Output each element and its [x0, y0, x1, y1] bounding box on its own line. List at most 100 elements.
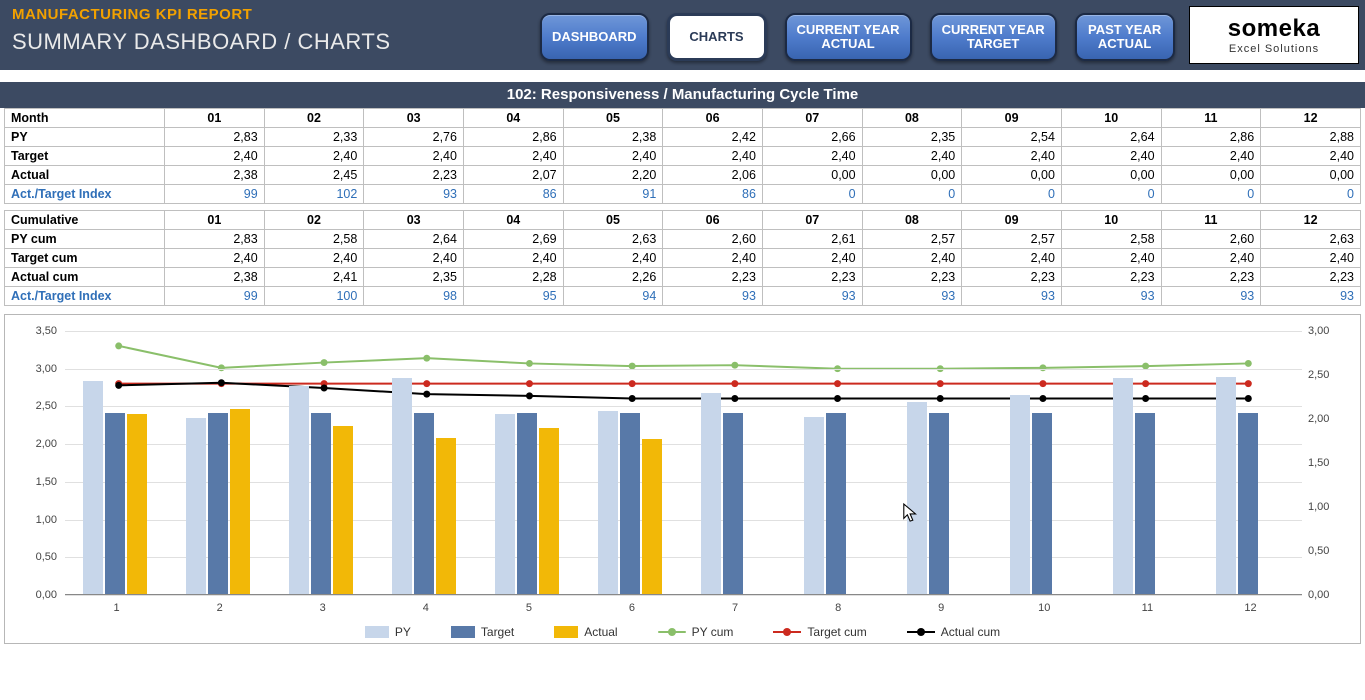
y-tick-right: 2,50 — [1308, 369, 1342, 381]
bar-py — [598, 411, 618, 594]
cell: 2,88 — [1261, 128, 1361, 147]
col-header: 02 — [264, 109, 364, 128]
cell: 2,28 — [463, 268, 563, 287]
cell: 2,23 — [663, 268, 763, 287]
col-header: 07 — [762, 211, 862, 230]
cell: 93 — [1061, 287, 1161, 306]
cell: 0,00 — [962, 166, 1062, 185]
cell: 0,00 — [1061, 166, 1161, 185]
col-header: 04 — [463, 211, 563, 230]
cell: 2,57 — [962, 230, 1062, 249]
y-tick-left: 3,50 — [23, 325, 57, 337]
col-header: 08 — [862, 109, 962, 128]
legend-actualcum: Actual cum — [907, 625, 1000, 639]
y-tick-left: 2,00 — [23, 438, 57, 450]
bar-py — [186, 418, 206, 594]
x-tick: 9 — [931, 602, 951, 614]
chart[interactable]: 123456789101112 PY Target Actual PY cum … — [4, 314, 1361, 644]
cell: 0,00 — [1161, 166, 1261, 185]
bar-py — [1010, 395, 1030, 594]
cell: 99 — [165, 185, 265, 204]
cell: 2,40 — [1061, 249, 1161, 268]
marker-target-cum — [937, 380, 944, 387]
y-tick-right: 0,00 — [1308, 589, 1342, 601]
marker-actual-cum — [1245, 395, 1252, 402]
col-header: 09 — [962, 109, 1062, 128]
cell: 2,61 — [762, 230, 862, 249]
cell: 94 — [563, 287, 663, 306]
cell: 2,40 — [962, 147, 1062, 166]
nav: DASHBOARD CHARTS CURRENT YEAR ACTUAL CUR… — [540, 0, 1175, 70]
cell: 93 — [762, 287, 862, 306]
bar-target — [929, 413, 949, 594]
top-bar: MANUFACTURING KPI REPORT SUMMARY DASHBOA… — [0, 0, 1365, 70]
marker-py-cum — [115, 342, 122, 349]
cell: 2,23 — [1261, 268, 1361, 287]
dashboard-button[interactable]: DASHBOARD — [540, 13, 649, 61]
cell: 0 — [1061, 185, 1161, 204]
cell: 93 — [862, 287, 962, 306]
cell: 2,07 — [463, 166, 563, 185]
bar-actual — [539, 428, 559, 594]
bar-py — [289, 386, 309, 594]
marker-target-cum — [1245, 380, 1252, 387]
marker-py-cum — [321, 359, 328, 366]
cell: 0,00 — [862, 166, 962, 185]
bar-target — [311, 413, 331, 594]
col-header: 11 — [1161, 109, 1261, 128]
cell: 2,63 — [1261, 230, 1361, 249]
py-actual-button[interactable]: PAST YEAR ACTUAL — [1075, 13, 1175, 61]
cell: 95 — [463, 287, 563, 306]
x-tick: 2 — [210, 602, 230, 614]
marker-actual-cum — [1142, 395, 1149, 402]
cell: 99 — [165, 287, 265, 306]
bar-target — [1032, 413, 1052, 594]
cell: 2,64 — [1061, 128, 1161, 147]
x-tick: 10 — [1034, 602, 1054, 614]
bar-py — [804, 417, 824, 594]
cell: 93 — [663, 287, 763, 306]
x-tick: 4 — [416, 602, 436, 614]
cell: 2,64 — [364, 230, 464, 249]
col-header: 04 — [463, 109, 563, 128]
cell: 2,23 — [962, 268, 1062, 287]
cell: 2,40 — [165, 249, 265, 268]
cell: 2,45 — [264, 166, 364, 185]
col-header: 09 — [962, 211, 1062, 230]
x-tick: 1 — [107, 602, 127, 614]
bar-target — [414, 413, 434, 594]
bar-target — [208, 413, 228, 594]
cell: 2,58 — [264, 230, 364, 249]
charts-button[interactable]: CHARTS — [667, 13, 767, 61]
py-label: PY — [5, 128, 165, 147]
y-tick-right: 1,50 — [1308, 457, 1342, 469]
cell: 2,40 — [1161, 147, 1261, 166]
section-title: 102: Responsiveness / Manufacturing Cycl… — [0, 82, 1365, 108]
y-tick-left: 0,50 — [23, 551, 57, 563]
marker-actual-cum — [115, 382, 122, 389]
cy-target-button[interactable]: CURRENT YEAR TARGET — [930, 13, 1057, 61]
cell: 2,60 — [1161, 230, 1261, 249]
bar-py — [83, 381, 103, 594]
cell: 2,40 — [563, 147, 663, 166]
cumulative-table: Cumulative010203040506070809101112 PY cu… — [4, 210, 1361, 306]
cell: 2,66 — [762, 128, 862, 147]
cell: 2,83 — [165, 230, 265, 249]
cell: 2,76 — [364, 128, 464, 147]
y-tick-right: 2,00 — [1308, 413, 1342, 425]
cell: 2,40 — [1261, 249, 1361, 268]
col-header: 01 — [165, 109, 265, 128]
cell: 2,40 — [364, 249, 464, 268]
month-label: Month — [5, 109, 165, 128]
cell: 0 — [862, 185, 962, 204]
bar-target — [105, 413, 125, 594]
cell: 2,40 — [264, 249, 364, 268]
cy-actual-button[interactable]: CURRENT YEAR ACTUAL — [785, 13, 912, 61]
marker-actual-cum — [1039, 395, 1046, 402]
marker-py-cum — [526, 360, 533, 367]
bar-py — [1113, 378, 1133, 594]
target-label: Target — [5, 147, 165, 166]
cell: 2,58 — [1061, 230, 1161, 249]
marker-target-cum — [629, 380, 636, 387]
cell: 0 — [1261, 185, 1361, 204]
